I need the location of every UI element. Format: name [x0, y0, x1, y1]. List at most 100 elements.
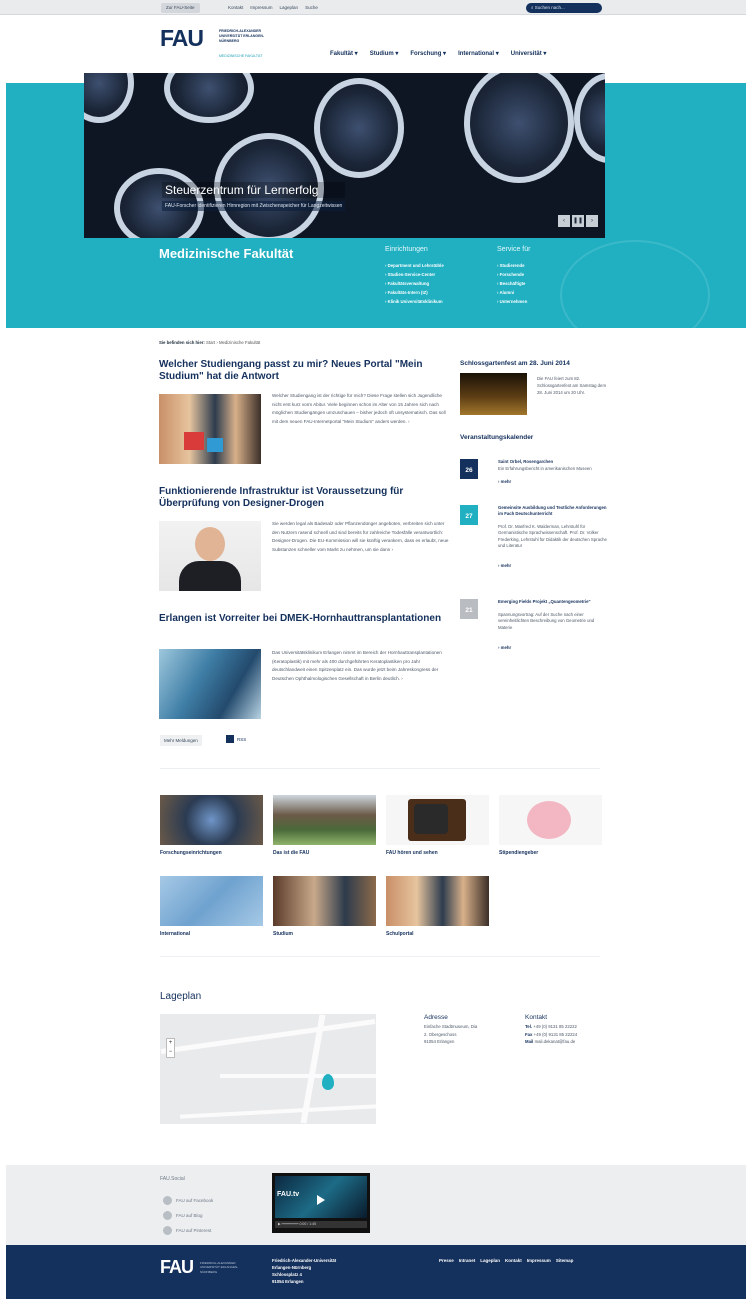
- article-title[interactable]: Funktionierende Infrastruktur ist Voraus…: [159, 486, 449, 510]
- facebook-link[interactable]: FAU auf Facebook: [163, 1196, 213, 1205]
- impressum-link[interactable]: Impressum: [250, 3, 272, 13]
- contact-fax: Fax +49 (0) 9131 85 22224: [525, 1031, 615, 1038]
- tile-forschung[interactable]: Forschungseinrichtungen: [160, 795, 263, 856]
- tile-das-ist-die-fau[interactable]: Das ist die FAU: [273, 795, 376, 856]
- rss-link[interactable]: RSS: [226, 735, 246, 743]
- footer-link-kontakt[interactable]: Kontakt: [505, 1258, 522, 1263]
- tile-image: [160, 876, 263, 926]
- utility-bar: Zur FAU-Seite Kontakt Impressum Lageplan…: [0, 0, 746, 15]
- utility-links: Kontakt Impressum Lageplan Suche: [228, 3, 318, 13]
- map-pin-icon[interactable]: [322, 1074, 334, 1090]
- event-item[interactable]: 26 Saint Orbel, Rosengarchen Ein Erfahru…: [460, 459, 610, 489]
- map-road: [180, 1103, 376, 1119]
- video-controls[interactable]: ▶ ━━━━━━━━ 0:00 / 1:45: [275, 1221, 367, 1228]
- tile-studium[interactable]: Studium: [273, 876, 376, 937]
- video-player[interactable]: FAU.tv ▶ ━━━━━━━━ 0:00 / 1:45: [272, 1173, 370, 1233]
- play-icon[interactable]: [317, 1195, 325, 1205]
- nav-studium[interactable]: Studium ▾: [370, 50, 399, 57]
- service-item[interactable]: Alumni: [497, 288, 530, 297]
- event-title[interactable]: Saint Orbel, Rosengarchen: [498, 459, 608, 465]
- einrichtungen-item[interactable]: Klinik Universitätsklinikum: [385, 297, 444, 306]
- hero-slider[interactable]: Steuerzentrum für Lernerfolg FAU-Forsche…: [84, 73, 605, 238]
- event-item[interactable]: 27 Gemeinsite Ausbildung und Textliche A…: [460, 505, 610, 575]
- tile-stipendiengeber[interactable]: Stipendiengeber: [499, 795, 602, 856]
- slider-controls: ‹ ❚❚ ›: [558, 215, 598, 227]
- service-item[interactable]: Beschäftigte: [497, 279, 530, 288]
- footer-link-lageplan[interactable]: Lageplan: [480, 1258, 500, 1263]
- tile-international[interactable]: International: [160, 876, 263, 937]
- brain-scan-image: [464, 73, 574, 183]
- tile-image: [386, 876, 489, 926]
- address-line: 2. Obergeschoss: [424, 1031, 457, 1037]
- map-road: [160, 1018, 376, 1055]
- tel-label: Tel.: [525, 1024, 533, 1030]
- service-item[interactable]: Forschende: [497, 270, 530, 279]
- footer-link-presse[interactable]: Presse: [439, 1258, 454, 1263]
- schlossgarten-photo[interactable]: [460, 373, 527, 415]
- service-menu: Service für Studierende Forschende Besch…: [497, 246, 530, 306]
- fau-logo[interactable]: FAU FRIEDRICH-ALEXANDER UNIVERSITÄT ERLA…: [160, 27, 264, 59]
- address-block: Adresse Einfache Stadtmuseum, Dia 2. Obe…: [424, 1014, 514, 1045]
- nav-forschung[interactable]: Forschung ▾: [410, 50, 446, 57]
- location-map[interactable]: + −: [160, 1014, 376, 1124]
- einrichtungen-item[interactable]: Department und Lehrstühle: [385, 261, 444, 270]
- event-title[interactable]: Gemeinsite Ausbildung und Textliche Anfo…: [498, 505, 608, 518]
- service-item[interactable]: Unternehmen: [497, 297, 530, 306]
- event-more-link[interactable]: › mehr: [498, 479, 608, 485]
- nav-universitaet[interactable]: Universität ▾: [511, 50, 547, 57]
- site-footer: [6, 1245, 746, 1299]
- blog-icon: [163, 1211, 172, 1220]
- einrichtungen-item[interactable]: Studien-Service-Center: [385, 270, 444, 279]
- tile-label: Studium: [273, 931, 293, 937]
- nav-fakultaet[interactable]: Fakultät ▾: [330, 50, 358, 57]
- portrait-photo[interactable]: [159, 521, 261, 591]
- tel-value[interactable]: +49 (0) 9131 85 22222: [533, 1024, 577, 1029]
- kontakt-link[interactable]: Kontakt: [228, 3, 243, 13]
- fax-label: Fax: [525, 1031, 533, 1037]
- article-title[interactable]: Welcher Studiengang passt zu mir? Neues …: [159, 359, 449, 383]
- feature-title[interactable]: Schlossgartenfest am 28. Juni 2014: [460, 360, 570, 367]
- prev-slide-button[interactable]: ‹: [558, 215, 570, 227]
- article-teaser: Das Universitätsklinikum Erlangen nimmt …: [272, 650, 442, 681]
- lageplan-link[interactable]: Lageplan: [280, 3, 299, 13]
- article-title[interactable]: Erlangen ist Vorreiter bei DMEK-Hornhaut…: [159, 613, 449, 625]
- einrichtungen-item[interactable]: Fakultätsverwaltung: [385, 279, 444, 288]
- breadcrumb-path[interactable]: Start › Medizinische Fakultät: [206, 340, 260, 345]
- fau-home-button[interactable]: Zur FAU-Seite: [161, 3, 200, 13]
- event-more-link[interactable]: › mehr: [498, 645, 608, 651]
- tile-image: [273, 795, 376, 845]
- tile-image: [273, 876, 376, 926]
- footer-logo-subtitle: FRIEDRICH-ALEXANDER UNIVERSITÄT ERLANGEN…: [200, 1261, 239, 1274]
- event-item[interactable]: 21 Emerging Fields Projekt „Quantengeome…: [460, 599, 610, 659]
- pinterest-link[interactable]: FAU auf Pinterest: [163, 1226, 211, 1235]
- tile-fau-hoeren-sehen[interactable]: FAU hören und sehen: [386, 795, 489, 856]
- tile-schulportal[interactable]: Schulportal: [386, 876, 489, 937]
- more-news-button[interactable]: Mehr Meldungen: [160, 735, 202, 746]
- next-slide-button[interactable]: ›: [586, 215, 598, 227]
- article-teaser: Welcher Studiengang ist der richtige für…: [272, 393, 446, 424]
- hero-title[interactable]: Steuerzentrum für Lernerfolg: [162, 182, 346, 198]
- mail-link[interactable]: mail.dekanat@fau.de: [535, 1039, 576, 1044]
- surgery-photo[interactable]: [159, 649, 261, 719]
- einrichtungen-item[interactable]: Fakultäts-Intern (IZ): [385, 288, 444, 297]
- footer-address-line: 91054 Erlangen: [272, 1279, 304, 1284]
- suche-link[interactable]: Suche: [305, 3, 318, 13]
- service-item[interactable]: Studierende: [497, 261, 530, 270]
- footer-link-intranet[interactable]: Intranet: [459, 1258, 476, 1263]
- pause-button[interactable]: ❚❚: [572, 215, 584, 227]
- students-photo[interactable]: [159, 394, 261, 464]
- facebook-icon: [163, 1196, 172, 1205]
- footer-link-sitemap[interactable]: Sitemap: [556, 1258, 574, 1263]
- footer-logo[interactable]: FAU: [160, 1257, 194, 1278]
- event-title[interactable]: Emerging Fields Projekt „Quantengeometri…: [498, 599, 608, 605]
- tile-label: Forschungseinrichtungen: [160, 850, 222, 856]
- tile-image: [160, 795, 263, 845]
- brain-scan-image: [314, 78, 404, 178]
- map-zoom-control[interactable]: + −: [166, 1038, 175, 1058]
- footer-link-impressum[interactable]: Impressum: [527, 1258, 551, 1263]
- search-input[interactable]: ⌕ Suchen nach...: [526, 3, 602, 13]
- contact-tel: Tel. +49 (0) 9131 85 22222: [525, 1023, 615, 1030]
- blog-link[interactable]: FAU auf Blog: [163, 1211, 203, 1220]
- event-more-link[interactable]: › mehr: [498, 563, 608, 569]
- nav-international[interactable]: International ▾: [458, 50, 499, 57]
